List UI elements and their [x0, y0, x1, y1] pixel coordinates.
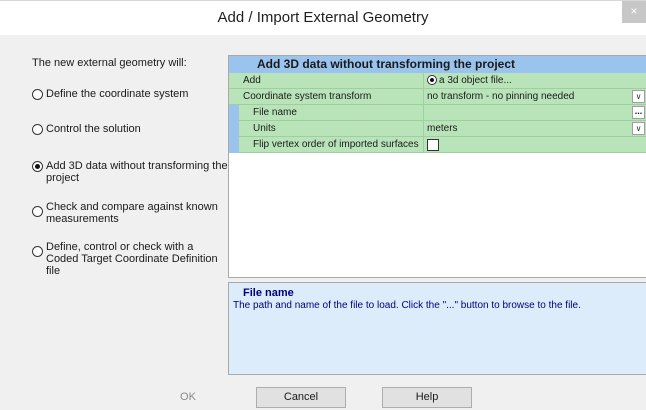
- row-gutter: [229, 105, 239, 121]
- ok-button[interactable]: OK: [143, 387, 233, 408]
- property-grid-header: Add 3D data without transforming the pro…: [229, 56, 646, 73]
- help-title: File name: [243, 287, 294, 299]
- add-value-text: a 3d object file...: [439, 75, 512, 86]
- option-label: Add 3D data without transforming the pro…: [46, 160, 228, 184]
- property-grid: Add 3D data without transforming the pro…: [228, 55, 646, 278]
- column-divider: [423, 105, 424, 121]
- radio-selected-icon[interactable]: [427, 75, 437, 85]
- column-divider: [423, 73, 424, 89]
- column-divider: [423, 137, 424, 153]
- chevron-down-icon[interactable]: ∨: [632, 122, 645, 135]
- units-value[interactable]: meters: [427, 121, 458, 136]
- dialog-title: Add / Import External Geometry: [217, 9, 429, 26]
- options-heading: The new external geometry will:: [32, 57, 187, 69]
- row-gutter: [229, 137, 239, 153]
- cancel-button[interactable]: Cancel: [256, 387, 346, 408]
- radio-button-selected[interactable]: [32, 161, 43, 172]
- help-button[interactable]: Help: [382, 387, 472, 408]
- grid-row-flip-vertex[interactable]: Flip vertex order of imported surfaces: [229, 137, 646, 153]
- option-label: Check and compare against known measurem…: [46, 201, 218, 225]
- option-label: Define the coordinate system: [46, 88, 189, 100]
- option-label: Define, control or check with a Coded Ta…: [46, 241, 218, 277]
- close-button[interactable]: ×: [622, 1, 646, 23]
- radio-button[interactable]: [32, 124, 43, 135]
- add-import-geometry-dialog: Add / Import External Geometry × The new…: [0, 0, 646, 410]
- column-divider: [423, 89, 424, 105]
- grid-row-coordinate-transform[interactable]: Coordinate system transform no transform…: [229, 89, 646, 105]
- radio-button[interactable]: [32, 206, 43, 217]
- chevron-down-icon[interactable]: ∨: [632, 90, 645, 103]
- row-gutter: [229, 121, 239, 137]
- close-icon: ×: [630, 4, 638, 18]
- options-panel: The new external geometry will: Define t…: [0, 35, 228, 375]
- option-label: Control the solution: [46, 123, 141, 135]
- add-value[interactable]: a 3d object file...: [427, 73, 512, 88]
- grid-row-units[interactable]: Units meters ∨: [229, 121, 646, 137]
- grid-row-add[interactable]: Add a 3d object file...: [229, 73, 646, 89]
- radio-button[interactable]: [32, 89, 43, 100]
- property-name: Coordinate system transform: [243, 91, 372, 102]
- property-name: File name: [253, 107, 297, 118]
- title-bar: Add / Import External Geometry ×: [0, 1, 646, 35]
- button-bar: OK Cancel Help: [0, 387, 646, 410]
- flip-vertex-checkbox[interactable]: [427, 139, 439, 151]
- property-name: Add: [243, 75, 261, 86]
- help-description: The path and name of the file to load. C…: [233, 300, 581, 311]
- coordinate-transform-value[interactable]: no transform - no pinning needed: [427, 89, 574, 104]
- help-panel: File name The path and name of the file …: [228, 282, 646, 375]
- radio-button[interactable]: [32, 246, 43, 257]
- property-name: Units: [253, 123, 276, 134]
- grid-row-file-name[interactable]: File name ...: [229, 105, 646, 121]
- browse-button[interactable]: ...: [632, 106, 645, 119]
- property-name: Flip vertex order of imported surfaces: [253, 139, 419, 150]
- column-divider: [423, 121, 424, 137]
